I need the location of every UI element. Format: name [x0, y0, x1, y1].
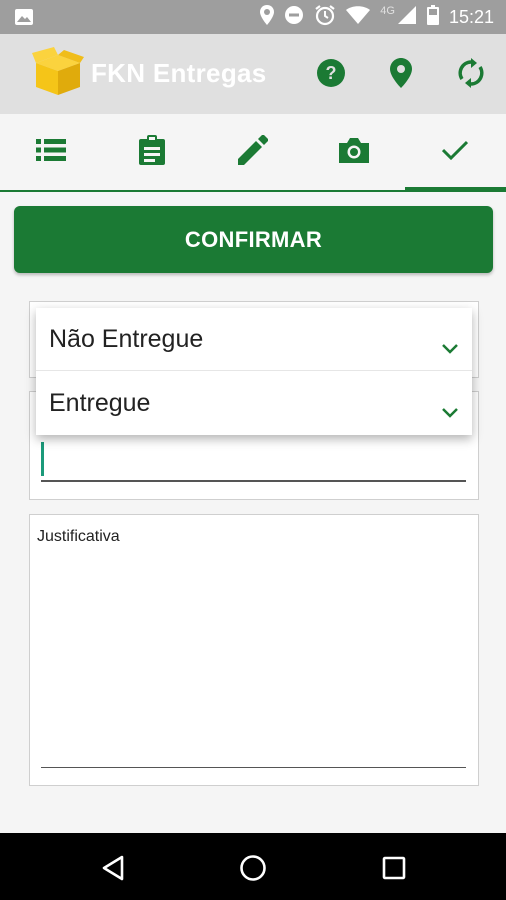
justification-placeholder: Justificativa [37, 528, 120, 545]
back-icon[interactable] [96, 851, 130, 885]
check-icon [442, 140, 469, 165]
chevron-down-icon [442, 396, 458, 425]
tab-clipboard[interactable] [101, 114, 202, 190]
location-icon [260, 4, 275, 30]
help-icon[interactable]: ? [314, 56, 348, 90]
dropdown-option-nao-entregue[interactable]: Não Entregue [36, 308, 472, 371]
do-not-disturb-icon [284, 5, 304, 30]
network-type: 4G [380, 5, 395, 17]
status-dropdown: Não Entregue Entregue [36, 308, 472, 435]
text-cursor [41, 442, 44, 476]
sync-icon[interactable] [454, 56, 488, 90]
home-icon[interactable] [236, 851, 270, 885]
app-bar: FKN Entregas ? [0, 34, 506, 114]
navigation-bar [0, 833, 506, 900]
clock: 15:21 [448, 6, 494, 27]
tab-confirm[interactable] [404, 114, 506, 192]
tab-camera[interactable] [304, 114, 405, 190]
clipboard-icon [138, 134, 165, 170]
justification-underline [41, 767, 466, 768]
location-icon[interactable] [384, 56, 418, 90]
dropdown-option-entregue[interactable]: Entregue [36, 372, 472, 435]
option-label: Não Entregue [49, 324, 204, 353]
recents-icon[interactable] [377, 851, 411, 885]
box-icon [32, 47, 84, 99]
text-input[interactable] [41, 480, 466, 482]
battery-icon [426, 4, 439, 30]
image-icon [14, 8, 34, 31]
signal-icon [397, 5, 417, 30]
confirm-button[interactable]: CONFIRMAR [14, 206, 493, 273]
justification-field[interactable]: Justificativa [29, 514, 479, 786]
camera-icon [339, 137, 370, 168]
alarm-icon [314, 4, 336, 31]
chevron-down-icon [442, 332, 458, 361]
option-label: Entregue [49, 389, 151, 417]
list-icon [35, 138, 66, 167]
pencil-icon [238, 133, 269, 170]
status-bar: 4G 15:21 [0, 0, 506, 34]
tab-list[interactable] [0, 114, 101, 190]
svg-text:?: ? [326, 63, 337, 83]
tab-edit[interactable] [202, 114, 303, 190]
wifi-icon [346, 5, 371, 30]
tab-bar [0, 114, 506, 192]
app-title: FKN Entregas [91, 58, 267, 88]
